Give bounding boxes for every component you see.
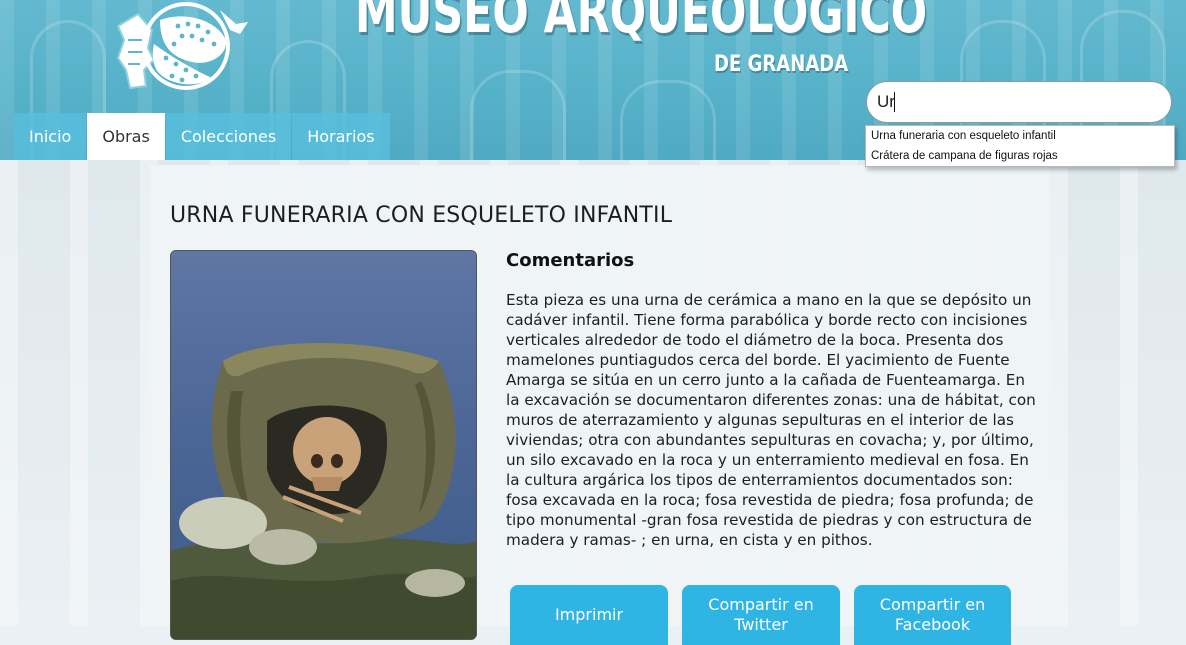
share-twitter-button[interactable]: Compartir en Twitter (682, 585, 840, 645)
suggestion-item[interactable]: Urna funeraria con esqueleto infantil (866, 126, 1174, 146)
site-title: MUSEO ARQUEOLÓGICO (355, 0, 928, 46)
background-arch (620, 80, 716, 160)
tab-colecciones[interactable]: Colecciones (165, 113, 292, 160)
search-suggestions: Urna funeraria con esqueleto infantil Cr… (865, 125, 1175, 167)
urn-illustration (171, 343, 476, 639)
tab-obras[interactable]: Obras (87, 113, 165, 160)
main-navigation: Inicio Obras Colecciones Horarios (14, 113, 391, 160)
share-facebook-button[interactable]: Compartir en Facebook (854, 585, 1011, 645)
tab-inicio[interactable]: Inicio (14, 113, 87, 160)
search-input[interactable] (866, 81, 1172, 123)
comments-heading: Comentarios (506, 250, 635, 271)
museum-logo (116, 2, 248, 90)
comments-text: Esta pieza es una urna de cerámica a man… (506, 291, 1036, 549)
artwork-image (170, 250, 477, 640)
page-title: URNA FUNERARIA CON ESQUELETO INFANTIL (170, 203, 673, 228)
print-button[interactable]: Imprimir (510, 585, 668, 645)
suggestion-item[interactable]: Crátera de campana de figuras rojas (866, 146, 1174, 166)
site-subtitle: DE GRANADA (714, 52, 849, 77)
tab-horarios[interactable]: Horarios (292, 113, 390, 160)
text-cursor (894, 92, 895, 112)
background-arch (470, 70, 566, 160)
